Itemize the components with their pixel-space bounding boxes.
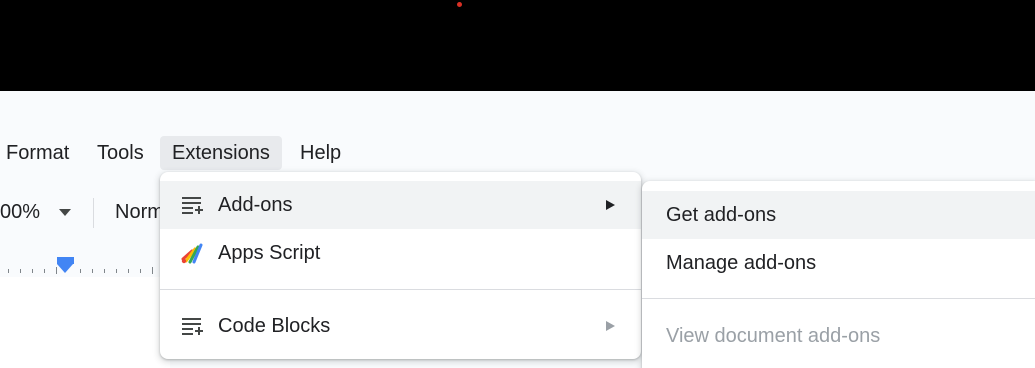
zoom-select-value[interactable]: 00%	[0, 201, 40, 224]
submenu-arrow-icon	[606, 321, 615, 331]
ruler	[8, 267, 153, 274]
menu-item-label: Add-ons	[218, 193, 293, 216]
menu-format[interactable]: Format	[0, 136, 75, 170]
submenu-item-label: Manage add-ons	[666, 251, 817, 274]
addons-list-icon	[182, 318, 203, 335]
submenu-item-get-add-ons[interactable]: Get add-ons	[642, 191, 1035, 239]
toolbar-divider	[93, 198, 94, 228]
toolbar: 00% Norm	[0, 193, 170, 233]
submenu-item-manage-add-ons[interactable]: Manage add-ons	[642, 239, 1035, 287]
menu-divider	[642, 298, 1035, 299]
document-page[interactable]	[0, 277, 170, 368]
menu-item-add-ons[interactable]: Add-ons	[160, 181, 641, 229]
addons-list-icon	[182, 197, 203, 214]
submenu-arrow-icon	[606, 200, 615, 210]
addons-submenu: Get add-ons Manage add-ons View document…	[642, 181, 1035, 368]
first-line-indent-marker[interactable]	[57, 257, 74, 264]
apps-script-icon	[181, 243, 203, 264]
menu-item-label: Code Blocks	[218, 314, 331, 337]
submenu-item-label: Get add-ons	[666, 203, 777, 226]
submenu-item-view-document-add-ons: View document add-ons	[642, 312, 1035, 360]
paragraph-style-select[interactable]: Norm	[115, 201, 164, 224]
menu-tools[interactable]: Tools	[91, 136, 150, 170]
zoom-dropdown-icon[interactable]	[59, 209, 71, 216]
menu-help[interactable]: Help	[294, 136, 347, 170]
menu-item-label: Apps Script	[218, 241, 321, 264]
menu-item-apps-script[interactable]: Apps Script	[160, 229, 641, 277]
menu-extensions[interactable]: Extensions	[160, 136, 282, 170]
left-indent-marker[interactable]	[57, 264, 73, 273]
submenu-item-label: View document add-ons	[666, 324, 881, 347]
screen-top-bar	[0, 0, 1035, 91]
menu-divider	[160, 289, 641, 290]
recording-indicator-dot	[457, 2, 462, 7]
extensions-dropdown-menu: Add-ons Apps Script Code Blocks	[160, 172, 641, 359]
menu-item-code-blocks[interactable]: Code Blocks	[160, 302, 641, 350]
